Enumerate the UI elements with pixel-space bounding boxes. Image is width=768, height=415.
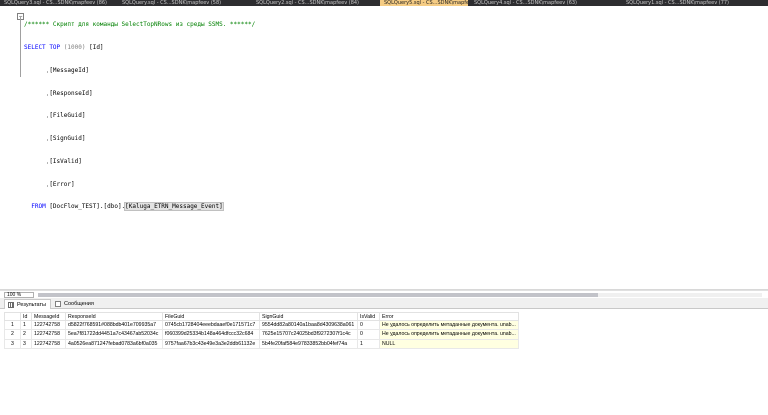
code-line-from: FROM [DocFlow_TEST].[dbo].[Kaluga_ETRN_M… bbox=[24, 202, 255, 212]
cell-error[interactable]: Не удалось определить метаданные докумен… bbox=[379, 319, 519, 331]
header-fileguid[interactable]: FileGuid bbox=[162, 312, 260, 321]
code-line-fileguid: ,[FileGuid] bbox=[24, 112, 255, 120]
header-messageid[interactable]: MessageId bbox=[31, 312, 66, 321]
column-isvalid: [IsValid] bbox=[49, 157, 82, 165]
from-database: [DocFlow_TEST].[dbo]. bbox=[49, 203, 126, 211]
column-signguid: [SignGuid] bbox=[49, 135, 86, 143]
cell-isvalid[interactable]: 0 bbox=[357, 329, 380, 340]
cell-fileguid[interactable]: 0745cb1728404eeebdaaef0e171571c7 bbox=[162, 319, 260, 331]
column-messageid: [MessageId] bbox=[49, 66, 90, 74]
header-isvalid[interactable]: IsValid bbox=[357, 312, 380, 321]
tab-messages-label: Сообщения bbox=[64, 301, 94, 307]
code-line-comment: /****** Скрипт для команды SelectTopNRow… bbox=[24, 21, 255, 29]
editor-gutter bbox=[0, 6, 14, 289]
tab-messages[interactable]: Сообщения bbox=[52, 299, 98, 309]
cell-signguid[interactable]: 7625e15707c24025bd3f9272307f1c4c bbox=[259, 329, 358, 340]
row-number[interactable]: 3 bbox=[4, 338, 21, 349]
code-line-responseid: ,[ResponseId] bbox=[24, 90, 255, 98]
results-tab-strip: Результаты Сообщения bbox=[0, 298, 768, 309]
cell-isvalid[interactable]: 0 bbox=[357, 319, 380, 331]
header-rownum bbox=[4, 312, 21, 321]
cell-signguid[interactable]: 9554dd82a80140a1baa8d4309638a061 bbox=[259, 319, 358, 331]
column-fileguid: [FileGuid] bbox=[49, 112, 86, 120]
top-keyword: TOP bbox=[49, 43, 61, 51]
top-value: (1000) bbox=[63, 43, 86, 51]
cell-error[interactable]: Не удалось определить метаданные докумен… bbox=[379, 329, 519, 340]
select-keyword: SELECT bbox=[24, 43, 46, 51]
results-grid[interactable]: Id MessageId ResponseId FileGuid SignGui… bbox=[0, 309, 768, 415]
header-row: Id MessageId ResponseId FileGuid SignGui… bbox=[4, 312, 519, 321]
table-row[interactable]: 2 2 122742758 5ea7f81722dd4451a7c43467ab… bbox=[4, 329, 519, 340]
cell-responseid[interactable]: d5822f768591#088bdb401e709935a7 bbox=[65, 319, 163, 331]
cell-responseid[interactable]: 5ea7f81722dd4451a7c43467ab52034c bbox=[65, 329, 163, 340]
code-line-messageid: ,[MessageId] bbox=[24, 67, 255, 75]
cell-id[interactable]: 2 bbox=[20, 329, 32, 340]
header-responseid[interactable]: ResponseId bbox=[65, 312, 163, 321]
fold-guide bbox=[20, 17, 21, 77]
cell-isvalid[interactable]: 1 bbox=[357, 338, 380, 349]
messages-icon bbox=[55, 301, 61, 307]
code-line-isvalid: ,[IsValid] bbox=[24, 158, 255, 166]
cell-fileguid[interactable]: f060399d25334b148a464dfccc32c684 bbox=[162, 329, 260, 340]
scrollbar-thumb[interactable] bbox=[38, 293, 598, 297]
table-row[interactable]: 1 1 122742758 d5822f768591#088bdb401e709… bbox=[4, 319, 519, 331]
from-keyword: FROM bbox=[31, 203, 46, 211]
cell-fileguid[interactable]: 9757faa67b3c43e49e3a3e2ddb61132e bbox=[162, 338, 260, 349]
header-error[interactable]: Error bbox=[379, 312, 519, 321]
header-signguid[interactable]: SignGuid bbox=[259, 312, 358, 321]
from-table-name: [Kaluga_ETRN_Message_Event] bbox=[124, 202, 224, 212]
column-id: [Id] bbox=[89, 43, 104, 51]
cell-id[interactable]: 3 bbox=[20, 338, 32, 349]
grid-icon bbox=[8, 302, 14, 308]
results-table[interactable]: Id MessageId ResponseId FileGuid SignGui… bbox=[4, 312, 519, 349]
column-responseid: [ResponseId] bbox=[49, 89, 93, 97]
code-line-signguid: ,[SignGuid] bbox=[24, 135, 255, 143]
cell-messageid[interactable]: 122742758 bbox=[31, 329, 66, 340]
cell-responseid[interactable]: 4a0526ea871247febad0783a6bf0a035 bbox=[65, 338, 163, 349]
cell-messageid[interactable]: 122742758 bbox=[31, 338, 66, 349]
cell-messageid[interactable]: 122742758 bbox=[31, 319, 66, 331]
tab-results-label: Результаты bbox=[17, 302, 46, 308]
sql-code[interactable]: /****** Скрипт для команды SelectTopNRow… bbox=[24, 6, 255, 226]
horizontal-scrollbar[interactable] bbox=[38, 293, 762, 297]
table-row[interactable]: 3 3 122742758 4a0526ea871247febad0783a6b… bbox=[4, 338, 519, 349]
tab-results[interactable]: Результаты bbox=[4, 299, 51, 309]
query-editor[interactable]: − /****** Скрипт для команды SelectTopNR… bbox=[0, 6, 768, 290]
row-number[interactable]: 2 bbox=[4, 329, 21, 340]
cell-signguid[interactable]: 5b4fe20faf584e97833852bb04fef74a bbox=[259, 338, 358, 349]
row-number[interactable]: 1 bbox=[4, 319, 21, 331]
cell-id[interactable]: 1 bbox=[20, 319, 32, 331]
cell-error[interactable]: NULL bbox=[379, 338, 519, 349]
code-line-select: SELECT TOP (1000) [Id] bbox=[24, 44, 255, 52]
column-error: [Error] bbox=[49, 180, 75, 188]
sql-comment: /****** Скрипт для команды SelectTopNRow… bbox=[24, 21, 256, 29]
editor-status-strip: 100 % bbox=[0, 290, 768, 298]
code-line-error: ,[Error] bbox=[24, 181, 255, 189]
header-id[interactable]: Id bbox=[20, 312, 32, 321]
